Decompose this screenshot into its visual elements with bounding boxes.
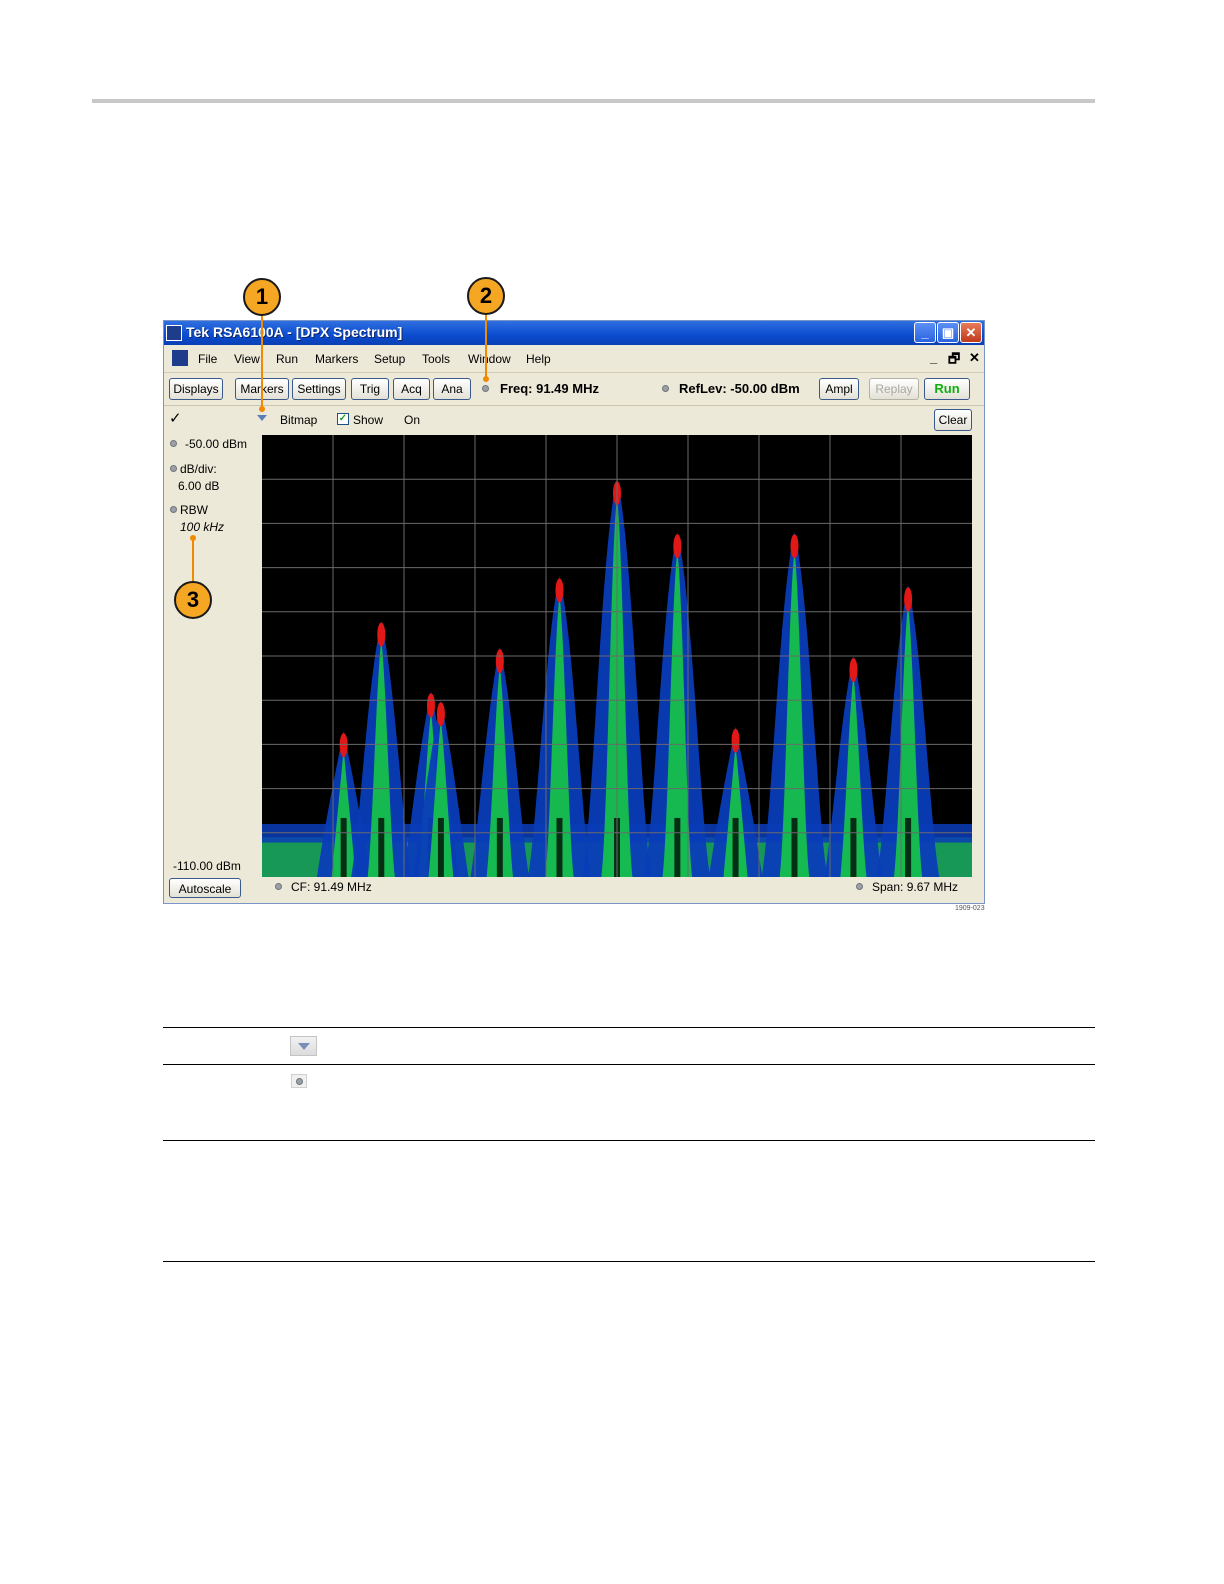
page-top-rule [92, 99, 1095, 103]
spectrum-peak-tip-7 [673, 534, 682, 559]
close-button[interactable]: ✕ [960, 322, 982, 343]
spectrum-peak-tip-8 [731, 728, 740, 753]
spectrum-peak-tip-4 [495, 649, 504, 674]
spectrum-peak-gap-9 [791, 817, 798, 877]
callout-2-leader [485, 315, 487, 379]
menu-tools[interactable]: Tools [422, 352, 450, 366]
dropdown-arrow-icon [290, 1036, 317, 1056]
callout-3-dot [190, 535, 196, 541]
span-readout[interactable]: Span: 9.67 MHz [872, 880, 958, 894]
ampl-button[interactable]: Ampl [819, 378, 859, 400]
spectrum-peak-tip-3 [436, 702, 445, 727]
spectrum-peak-gap-7 [674, 817, 681, 877]
rbw-indicator-icon[interactable] [170, 506, 177, 513]
settings-button[interactable]: Settings [292, 378, 346, 400]
spectrum-peak-tip-1 [377, 622, 386, 647]
figure-id: 1909-023 [955, 905, 985, 912]
window-title: Tek RSA6100A - [DPX Spectrum] [186, 324, 403, 340]
spectrum-peak-gap-3 [437, 817, 444, 877]
spectrum-peak-gap-4 [496, 817, 503, 877]
spectrum-peak-gap-0 [340, 817, 347, 877]
menu-help[interactable]: Help [526, 352, 551, 366]
spectrum-peak-tip-2 [426, 693, 435, 718]
spectrum-plot[interactable] [262, 435, 972, 877]
show-label: Show [353, 413, 384, 427]
mdi-minimize-button[interactable]: _ [930, 350, 937, 365]
displays-button[interactable]: Displays [169, 378, 223, 400]
show-checkbox[interactable]: ✓ [337, 413, 349, 425]
callout-2: 2 [467, 277, 505, 315]
spectrum-peak-tip-5 [555, 578, 564, 603]
ana-button[interactable]: Ana [433, 378, 471, 400]
dbdiv-value[interactable]: 6.00 dB [178, 479, 219, 493]
spectrum-peak-tip-0 [339, 733, 348, 758]
menu-bar: File View Run Markers Setup Tools Window… [164, 346, 984, 373]
acq-button[interactable]: Acq [393, 378, 430, 400]
spectrum-peak-tip-10 [849, 658, 858, 682]
menu-window[interactable]: Window [468, 352, 511, 366]
clear-button[interactable]: Clear [934, 409, 972, 431]
rbw-value[interactable]: 100 kHz [180, 520, 224, 534]
callout-3-leader [192, 540, 194, 581]
title-bar: Tek RSA6100A - [DPX Spectrum] _ ▣ ✕ [164, 321, 984, 345]
reflev-readout[interactable]: RefLev: -50.00 dBm [679, 381, 800, 396]
callout-1-leader [261, 316, 263, 410]
spectrum-peak-gap-8 [732, 817, 739, 877]
dpx-spectrum-svg [262, 435, 972, 877]
checkmark-icon[interactable]: ✓ [169, 409, 182, 427]
rbw-label[interactable]: RBW [180, 503, 208, 517]
trig-button[interactable]: Trig [351, 378, 389, 400]
mdi-close-button[interactable]: ✕ [969, 350, 980, 366]
freq-indicator-icon[interactable] [482, 385, 489, 392]
callout-1: 1 [243, 278, 281, 316]
spectrum-peak-tip-11 [904, 587, 913, 612]
menu-markers[interactable]: Markers [315, 352, 358, 366]
table-rule-bottom [163, 1261, 1095, 1262]
application-window: Tek RSA6100A - [DPX Spectrum] _ ▣ ✕ File… [163, 320, 985, 904]
document-logo-icon [172, 350, 188, 366]
spectrum-peak-gap-5 [556, 817, 563, 877]
app-logo-icon [166, 325, 182, 341]
ref-level-indicator-icon[interactable] [170, 440, 177, 447]
trace-state-label: On [404, 413, 421, 427]
cf-indicator-icon[interactable] [275, 883, 282, 890]
trace-type-label[interactable]: Bitmap [280, 413, 317, 427]
toolbar: Displays Markers Settings Trig Acq Ana F… [164, 373, 984, 406]
menu-setup[interactable]: Setup [374, 352, 405, 366]
dbdiv-label[interactable]: dB/div: [180, 462, 217, 476]
callout-2-dot [483, 376, 489, 382]
indicator-dot-icon [291, 1074, 307, 1088]
reflev-indicator-icon[interactable] [662, 385, 669, 392]
spectrum-peak-gap-1 [378, 817, 385, 877]
mdi-restore-button[interactable]: 🗗 [948, 350, 960, 372]
maximize-button[interactable]: ▣ [937, 322, 959, 343]
replay-button[interactable]: Replay [869, 378, 919, 400]
minimize-button[interactable]: _ [914, 322, 936, 343]
trace-control-bar: ✓ Bitmap ✓ Show On Clear [164, 406, 984, 434]
table-rule-top [163, 1027, 1095, 1028]
run-button[interactable]: Run [924, 378, 970, 400]
spectrum-peak-gap-10 [850, 817, 857, 877]
trace-dropdown-arrow-icon[interactable] [257, 415, 267, 421]
center-frequency-readout[interactable]: CF: 91.49 MHz [291, 880, 372, 894]
menu-view[interactable]: View [234, 352, 260, 366]
ref-level-readout[interactable]: -50.00 dBm [185, 437, 247, 451]
spectrum-peak-gap-11 [905, 817, 912, 877]
autoscale-button[interactable]: Autoscale [169, 878, 241, 898]
bottom-level-readout: -110.00 dBm [173, 859, 241, 873]
freq-readout[interactable]: Freq: 91.49 MHz [500, 381, 599, 396]
spectrum-peak-tip-9 [790, 534, 799, 559]
menu-file[interactable]: File [198, 352, 217, 366]
menu-run[interactable]: Run [276, 352, 298, 366]
table-rule-1 [163, 1064, 1095, 1065]
callout-1-dot [259, 406, 265, 412]
table-rule-2 [163, 1140, 1095, 1141]
callout-3: 3 [174, 581, 212, 619]
span-indicator-icon[interactable] [856, 883, 863, 890]
dbdiv-indicator-icon[interactable] [170, 465, 177, 472]
